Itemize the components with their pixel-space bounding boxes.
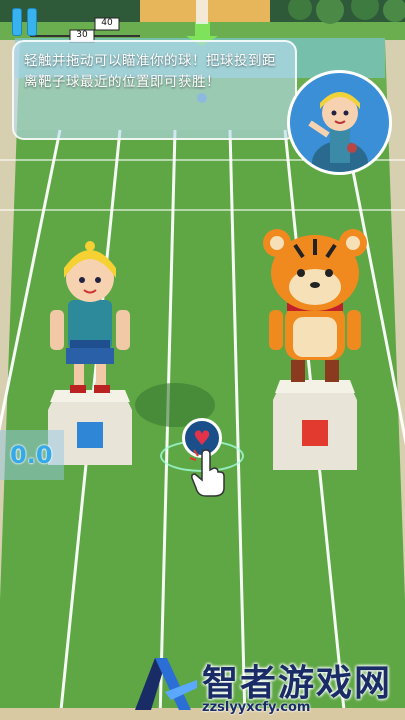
watermark-url: zzslyyxcfy.com bbox=[202, 700, 311, 715]
distance-marker-40: 40 bbox=[101, 18, 113, 28]
distance-marker-30: 30 bbox=[76, 30, 88, 40]
tutorial-tip-text: 轻触并拖动可以瞄准你的球！把球投到距离靶子球最近的位置即可获胜！ bbox=[24, 53, 276, 90]
pedestal-red-panel bbox=[302, 420, 328, 446]
watermark-title: 智者游戏网 bbox=[202, 663, 393, 704]
pedestal-blue-panel bbox=[77, 422, 103, 448]
tap-hand-icon bbox=[189, 448, 225, 497]
pause-bar-right bbox=[27, 8, 37, 36]
girl-avatar-icon bbox=[308, 92, 368, 172]
opponent-portrait bbox=[287, 70, 392, 175]
watermark-logo-icon bbox=[135, 658, 197, 710]
heart-icon: ♥ bbox=[193, 426, 211, 450]
opponent-character-tiger bbox=[263, 229, 367, 470]
site-watermark: 智者游戏网 zzslyyxcfy.com bbox=[120, 650, 405, 720]
score-value: 0.0 bbox=[10, 441, 53, 469]
game-scene: 30 40 轻触并拖动可以瞄准你的球！把球投到距离靶子球最近的位置即可获胜！ 0… bbox=[0, 0, 405, 720]
pause-button[interactable] bbox=[12, 8, 38, 36]
pause-bar-left bbox=[12, 8, 22, 36]
score-panel: 0.0 bbox=[0, 430, 64, 480]
tutorial-tip-box: 轻触并拖动可以瞄准你的球！把球投到距离靶子球最近的位置即可获胜！ bbox=[12, 40, 297, 140]
